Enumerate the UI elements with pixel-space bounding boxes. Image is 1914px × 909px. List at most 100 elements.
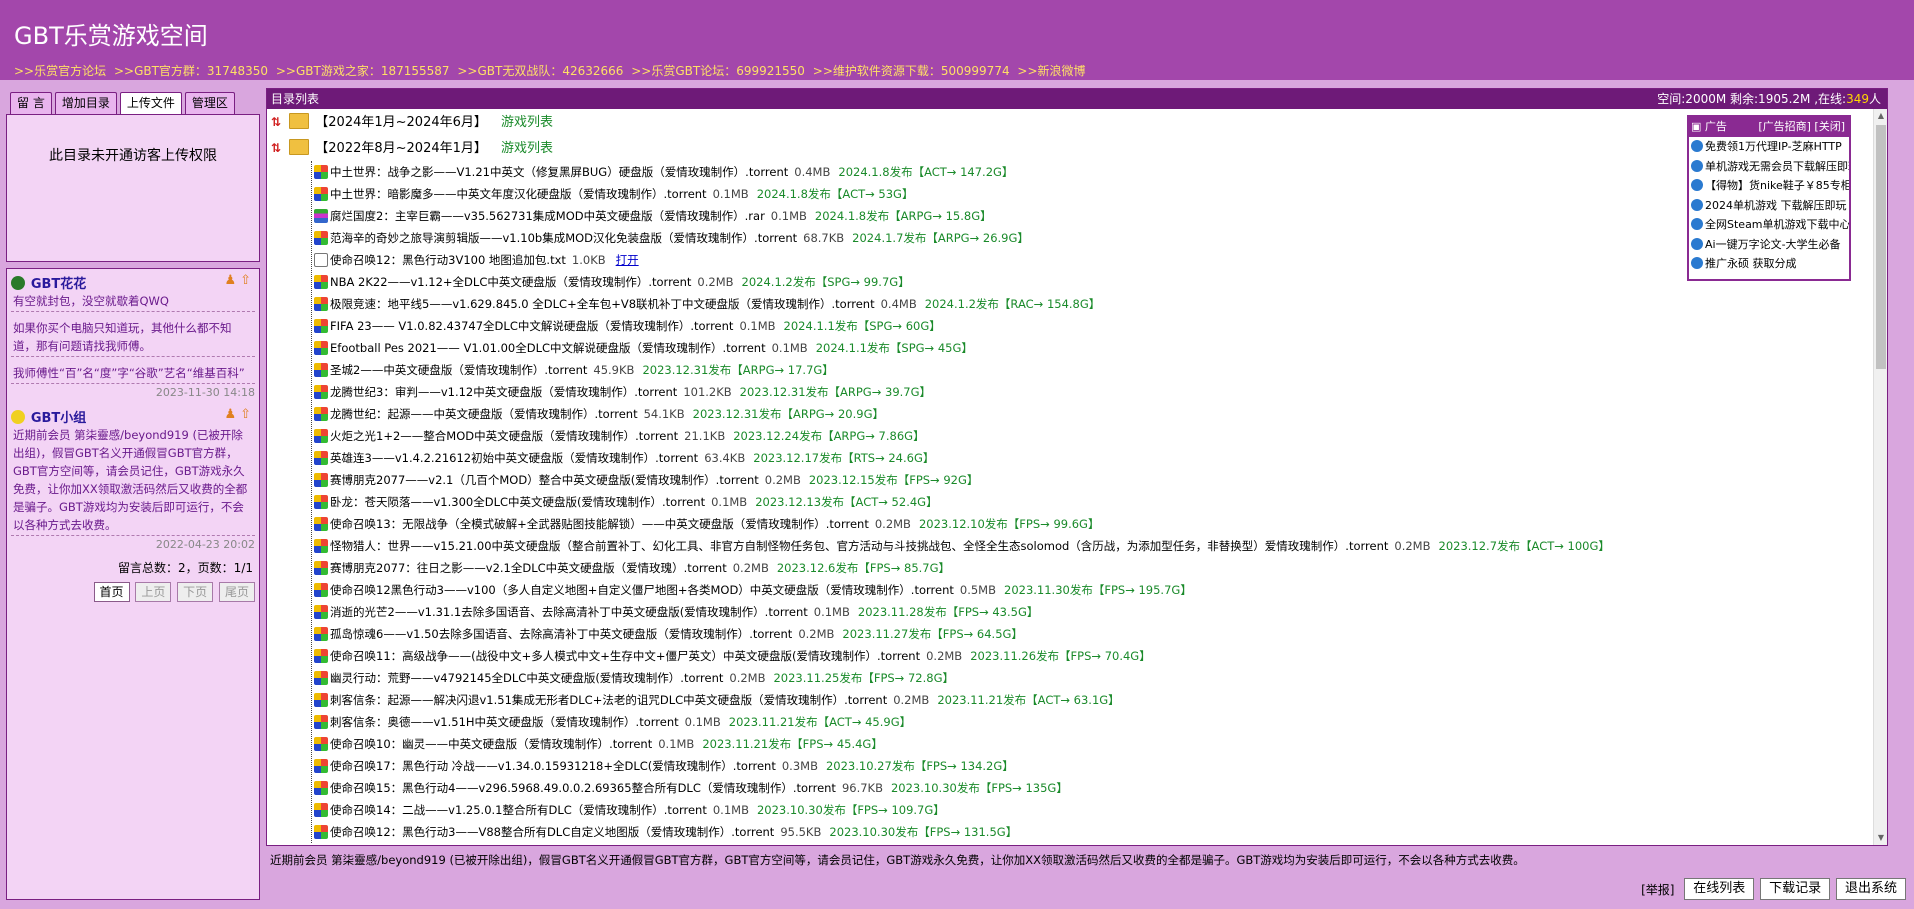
file-row[interactable]: 腐烂国度2：主宰巨霸——v35.562731集成MOD中英文硬盘版（爱情玫瑰制作…: [312, 205, 1887, 227]
file-row[interactable]: 消逝的光芒2——v1.31.1去除多国语音、去除高清补丁中英文硬盘版(爱情玫瑰制…: [312, 601, 1887, 623]
person-icon[interactable]: ♟: [224, 407, 236, 422]
link-lexiang-forum[interactable]: >>乐赏GBT论坛：699921550: [631, 64, 805, 78]
file-name[interactable]: 赛博朋克2077：往日之影——v2.1全DLC中英文硬盘版（爱情玫瑰）.torr…: [330, 561, 727, 575]
file-name[interactable]: 使命召唤15：黑色行动4——v296.5968.49.0.0.2.69365整合…: [330, 781, 836, 795]
file-name[interactable]: 刺客信条：起源——解决闪退v1.51集成无形者DLC+法老的诅咒DLC中英文硬盘…: [330, 693, 887, 707]
file-row[interactable]: 使命召唤17：黑色行动 冷战——v1.34.0.15931218+全DLC(爱情…: [312, 755, 1887, 777]
ad-item[interactable]: 全网Steam单机游戏下载中心: [1689, 215, 1849, 235]
file-row[interactable]: 赛博朋克2077——v2.1（几百个MOD）整合中英文硬盘版(爱情玫瑰制作）.t…: [312, 469, 1887, 491]
link-game-home[interactable]: >>GBT游戏之家：187155587: [276, 64, 450, 78]
file-row[interactable]: 英雄连3——v1.4.2.21612初始中英文硬盘版（爱情玫瑰制作）.torre…: [312, 447, 1887, 469]
file-name[interactable]: 中土世界：暗影魔多——中英文年度汉化硬盘版（爱情玫瑰制作）.torrent: [330, 187, 707, 201]
ad-close-link[interactable]: [关闭]: [1814, 120, 1845, 133]
tab-add-directory[interactable]: 增加目录: [54, 92, 117, 114]
ad-item-label[interactable]: 【得物】货nike鞋子￥85专柜: [1705, 179, 1849, 192]
scrollbar[interactable]: ▲ ▼: [1873, 109, 1887, 845]
link-weibo[interactable]: >>新浪微博: [1017, 64, 1085, 78]
file-name[interactable]: FIFA 23—— V1.0.82.43747全DLC中文解说硬盘版（爱情玫瑰制…: [330, 319, 733, 333]
file-name[interactable]: 英雄连3——v1.4.2.21612初始中英文硬盘版（爱情玫瑰制作）.torre…: [330, 451, 698, 465]
tab-upload-file[interactable]: 上传文件: [119, 92, 182, 114]
online-list-button[interactable]: 在线列表: [1684, 878, 1755, 900]
file-name[interactable]: 使命召唤12黑色行动3——v100（多人自定义地图+自定义僵尸地图+各类MOD）…: [330, 583, 954, 597]
file-name[interactable]: 卧龙：苍天陨落——v1.300全DLC中英文硬盘版(爱情玫瑰制作）.torren…: [330, 495, 705, 509]
ad-item-label[interactable]: 2024单机游戏 下载解压即玩: [1705, 199, 1847, 212]
link-software-download[interactable]: >>维护软件资源下载：500999774: [813, 64, 1010, 78]
file-name[interactable]: 使命召唤13：无限战争（全模式破解+全武器贴图技能解锁）——中英文硬盘版（爱情玫…: [330, 517, 869, 531]
folder-name[interactable]: 【2022年8月~2024年1月】: [315, 141, 487, 156]
download-log-button[interactable]: 下载记录: [1760, 878, 1831, 900]
file-name[interactable]: 使命召唤12：黑色行动3V100 地图追加包.txt: [330, 253, 566, 267]
sort-arrows-icon[interactable]: ⇅: [271, 135, 285, 161]
reply-icon[interactable]: ⇧: [240, 273, 251, 288]
link-official-group[interactable]: >>GBT官方群：31748350: [114, 64, 268, 78]
file-row[interactable]: 赛博朋克2077：往日之影——v2.1全DLC中英文硬盘版（爱情玫瑰）.torr…: [312, 557, 1887, 579]
file-row[interactable]: 使命召唤11：高级战争——(战役中文+多人模式中文+生存中文+僵尸英文）中英文硬…: [312, 645, 1887, 667]
game-list-link[interactable]: 游戏列表: [501, 141, 553, 156]
file-row[interactable]: Efootball Pes 2021—— V1.01.00全DLC中文解说硬盘版…: [312, 337, 1887, 359]
next-page-button[interactable]: 下页: [177, 582, 214, 602]
file-name[interactable]: 使命召唤12：黑色行动3——V88整合所有DLC自定义地图版（爱情玫瑰制作）.t…: [330, 825, 774, 839]
folder-name[interactable]: 【2024年1月~2024年6月】: [315, 115, 487, 130]
file-row[interactable]: FIFA 23—— V1.0.82.43747全DLC中文解说硬盘版（爱情玫瑰制…: [312, 315, 1887, 337]
logout-button[interactable]: 退出系统: [1835, 878, 1906, 900]
file-row[interactable]: 刺客信条：起源——解决闪退v1.51集成无形者DLC+法老的诅咒DLC中英文硬盘…: [312, 689, 1887, 711]
file-row[interactable]: 怪物猎人：世界——v15.21.00中英文硬盘版（整合前置补丁、幻化工具、非官方…: [312, 535, 1887, 557]
ad-item[interactable]: Ai一键万字论文-大学生必备: [1689, 235, 1849, 255]
file-name[interactable]: 使命召唤17：黑色行动 冷战——v1.34.0.15931218+全DLC(爱情…: [330, 759, 776, 773]
tab-admin[interactable]: 管理区: [184, 92, 235, 114]
ad-item-label[interactable]: 单机游戏无需会员下载解压即玩: [1705, 160, 1849, 173]
prev-page-button[interactable]: 上页: [135, 582, 172, 602]
file-name[interactable]: NBA 2K22——v1.12+全DLC中英文硬盘版（爱情玫瑰制作）.torre…: [330, 275, 691, 289]
open-link[interactable]: 打开: [616, 253, 639, 267]
file-name[interactable]: 龙腾世纪：起源——中英文硬盘版（爱情玫瑰制作）.torrent: [330, 407, 638, 421]
file-row[interactable]: 使命召唤13：无限战争（全模式破解+全武器贴图技能解锁）——中英文硬盘版（爱情玫…: [312, 513, 1887, 535]
person-icon[interactable]: ♟: [224, 273, 236, 288]
file-row[interactable]: 幽灵行动：荒野——v4792145全DLC中英文硬盘版(爱情玫瑰制作）.torr…: [312, 667, 1887, 689]
file-row[interactable]: 圣城2——中英文硬盘版（爱情玫瑰制作）.torrent 45.9KB 2023.12…: [312, 359, 1887, 381]
file-name[interactable]: 腐烂国度2：主宰巨霸——v35.562731集成MOD中英文硬盘版（爱情玫瑰制作…: [330, 209, 765, 223]
file-row[interactable]: 使命召唤10：幽灵——中英文硬盘版（爱情玫瑰制作）.torrent 0.1MB 20…: [312, 733, 1887, 755]
file-row[interactable]: NBA 2K22——v1.12+全DLC中英文硬盘版（爱情玫瑰制作）.torre…: [312, 271, 1887, 293]
file-name[interactable]: 怪物猎人：世界——v15.21.00中英文硬盘版（整合前置补丁、幻化工具、非官方…: [330, 539, 1388, 553]
scroll-down-arrow-icon[interactable]: ▼: [1874, 831, 1887, 845]
ad-item-label[interactable]: 免费领1万代理IP-芝麻HTTP: [1705, 140, 1842, 153]
link-wushuang-team[interactable]: >>GBT无双战队：42632666: [457, 64, 623, 78]
folder-row[interactable]: ⇅ 【2022年8月~2024年1月】 游戏列表: [267, 135, 1887, 161]
file-name[interactable]: 圣城2——中英文硬盘版（爱情玫瑰制作）.torrent: [330, 363, 587, 377]
file-row[interactable]: 使命召唤12黑色行动3——v100（多人自定义地图+自定义僵尸地图+各类MOD）…: [312, 579, 1887, 601]
ad-item[interactable]: 推广永硕 获取分成: [1689, 254, 1849, 274]
file-name[interactable]: 使命召唤14：二战——v1.25.0.1整合所有DLC（爱情玫瑰制作）.torr…: [330, 803, 707, 817]
ad-item[interactable]: 免费领1万代理IP-芝麻HTTP: [1689, 137, 1849, 157]
first-page-button[interactable]: 首页: [93, 582, 130, 602]
file-name[interactable]: Efootball Pes 2021—— V1.01.00全DLC中文解说硬盘版…: [330, 341, 766, 355]
file-row[interactable]: 使命召唤15：黑色行动4——v296.5968.49.0.0.2.69365整合…: [312, 777, 1887, 799]
last-page-button[interactable]: 尾页: [219, 582, 255, 602]
scroll-up-arrow-icon[interactable]: ▲: [1874, 109, 1887, 123]
file-row[interactable]: 中土世界：暗影魔多——中英文年度汉化硬盘版（爱情玫瑰制作）.torrent 0.1…: [312, 183, 1887, 205]
file-row[interactable]: 使命召唤14：二战——v1.25.0.1整合所有DLC（爱情玫瑰制作）.torr…: [312, 799, 1887, 821]
ad-recruit-link[interactable]: [广告招商]: [1758, 120, 1811, 133]
file-row[interactable]: 龙腾世纪3：审判——v1.12中英文硬盘版（爱情玫瑰制作）.torrent 101…: [312, 381, 1887, 403]
file-name[interactable]: 火炬之光1+2——整合MOD中英文硬盘版（爱情玫瑰制作）.torrent: [330, 429, 678, 443]
file-name[interactable]: 极限竞速：地平线5——v1.629.845.0 全DLC+全车包+V8联机补丁中…: [330, 297, 875, 311]
ad-item[interactable]: 单机游戏无需会员下载解压即玩: [1689, 157, 1849, 177]
file-name[interactable]: 孤岛惊魂6——v1.50去除多国语音、去除高清补丁中英文硬盘版（爱情玫瑰制作）.…: [330, 627, 792, 641]
sort-arrows-icon[interactable]: ⇅: [271, 109, 285, 135]
file-name[interactable]: 龙腾世纪3：审判——v1.12中英文硬盘版（爱情玫瑰制作）.torrent: [330, 385, 677, 399]
file-row[interactable]: 范海辛的奇妙之旅导演剪辑版——v1.10b集成MOD汉化免装盘版（爱情玫瑰制作）…: [312, 227, 1887, 249]
ad-item[interactable]: 【得物】货nike鞋子￥85专柜: [1689, 176, 1849, 196]
ad-item-label[interactable]: 全网Steam单机游戏下载中心: [1705, 218, 1849, 231]
scroll-thumb[interactable]: [1876, 125, 1886, 369]
file-name[interactable]: 使命召唤11：高级战争——(战役中文+多人模式中文+生存中文+僵尸英文）中英文硬…: [330, 649, 920, 663]
file-row[interactable]: 龙腾世纪：起源——中英文硬盘版（爱情玫瑰制作）.torrent 54.1KB 202…: [312, 403, 1887, 425]
file-row[interactable]: 中土世界：战争之影——V1.21中英文（修复黑屏BUG）硬盘版（爱情玫瑰制作）.…: [312, 161, 1887, 183]
report-link[interactable]: [举报]: [1641, 881, 1674, 898]
tab-message[interactable]: 留 言: [10, 92, 52, 114]
file-name[interactable]: 幽灵行动：荒野——v4792145全DLC中英文硬盘版(爱情玫瑰制作）.torr…: [330, 671, 723, 685]
file-name[interactable]: 消逝的光芒2——v1.31.1去除多国语音、去除高清补丁中英文硬盘版(爱情玫瑰制…: [330, 605, 808, 619]
file-row[interactable]: 极限竞速：地平线5——v1.629.845.0 全DLC+全车包+V8联机补丁中…: [312, 293, 1887, 315]
file-name[interactable]: 刺客信条：奥德——v1.51H中英文硬盘版（爱情玫瑰制作）.torrent: [330, 715, 679, 729]
ad-item-label[interactable]: Ai一键万字论文-大学生必备: [1705, 238, 1841, 251]
file-name[interactable]: 使命召唤10：幽灵——中英文硬盘版（爱情玫瑰制作）.torrent: [330, 737, 652, 751]
reply-icon[interactable]: ⇧: [240, 407, 251, 422]
